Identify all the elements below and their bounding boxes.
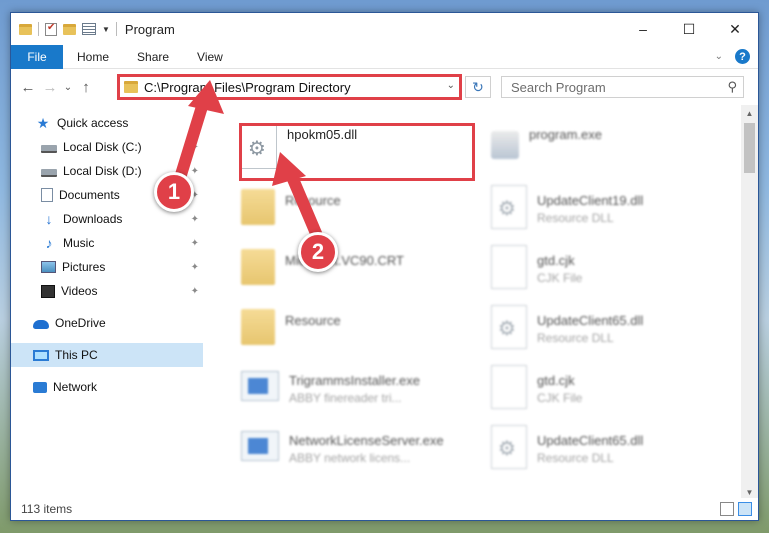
step-badge-1: 1 <box>154 172 194 212</box>
arrow-2 <box>272 152 324 244</box>
arrow-1 <box>174 80 224 184</box>
step-badge-2: 2 <box>298 232 338 272</box>
annotation-arrows <box>174 80 324 244</box>
